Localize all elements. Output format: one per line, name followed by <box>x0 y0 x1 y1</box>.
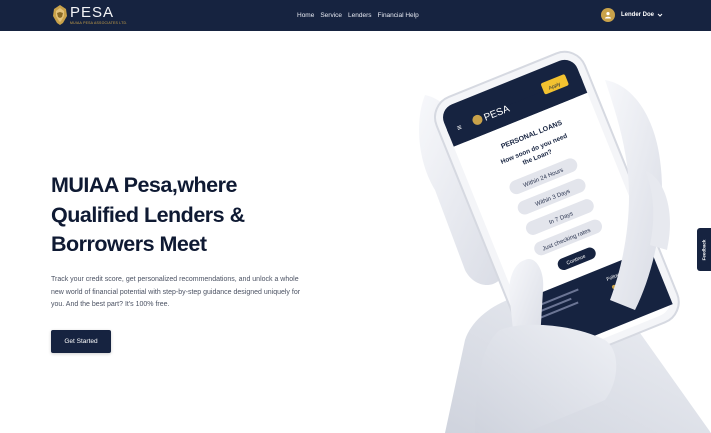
phone-in-hand-illustration: ≡ PESA Apply PERSONAL LOANS How soon do … <box>419 50 711 433</box>
get-started-button[interactable]: Get Started <box>51 330 111 353</box>
nav-home-link[interactable]: Home <box>297 10 314 21</box>
main-nav: Home Service Lenders Financial Help <box>297 10 419 21</box>
lion-logo-icon <box>53 5 67 25</box>
chevron-down-icon[interactable] <box>656 11 664 19</box>
top-navbar: PESA MUIAA PESA ASSOCIATES LTD. Home Ser… <box>0 0 711 31</box>
nav-financial-help-link[interactable]: Financial Help <box>378 10 419 21</box>
logo-subtitle: MUIAA PESA ASSOCIATES LTD. <box>70 21 128 25</box>
avatar[interactable] <box>601 8 615 22</box>
hero-title-line-3: Borrowers Meet <box>51 232 207 256</box>
user-menu[interactable]: Lender Doe <box>601 8 664 22</box>
brand-logo[interactable]: PESA MUIAA PESA ASSOCIATES LTD. <box>51 4 127 26</box>
hero-description: Track your credit score, get personalize… <box>51 276 301 308</box>
nav-service-link[interactable]: Service <box>320 10 342 21</box>
logo-wordmark: PESA <box>70 4 115 21</box>
hero-title: MUIAA Pesa,where Qualified Lenders & Bor… <box>51 171 311 260</box>
feedback-tab[interactable]: Feedback <box>697 228 711 271</box>
user-icon <box>605 12 611 19</box>
feedback-label: Feedback <box>701 239 707 260</box>
page: PESA MUIAA PESA ASSOCIATES LTD. Home Ser… <box>0 0 711 433</box>
hero-title-line-2: Qualified Lenders & <box>51 202 245 227</box>
hero-title-line-1: MUIAA Pesa,where <box>51 173 237 197</box>
nav-lenders-link[interactable]: Lenders <box>348 10 372 21</box>
user-name: Lender Doe <box>621 12 655 18</box>
